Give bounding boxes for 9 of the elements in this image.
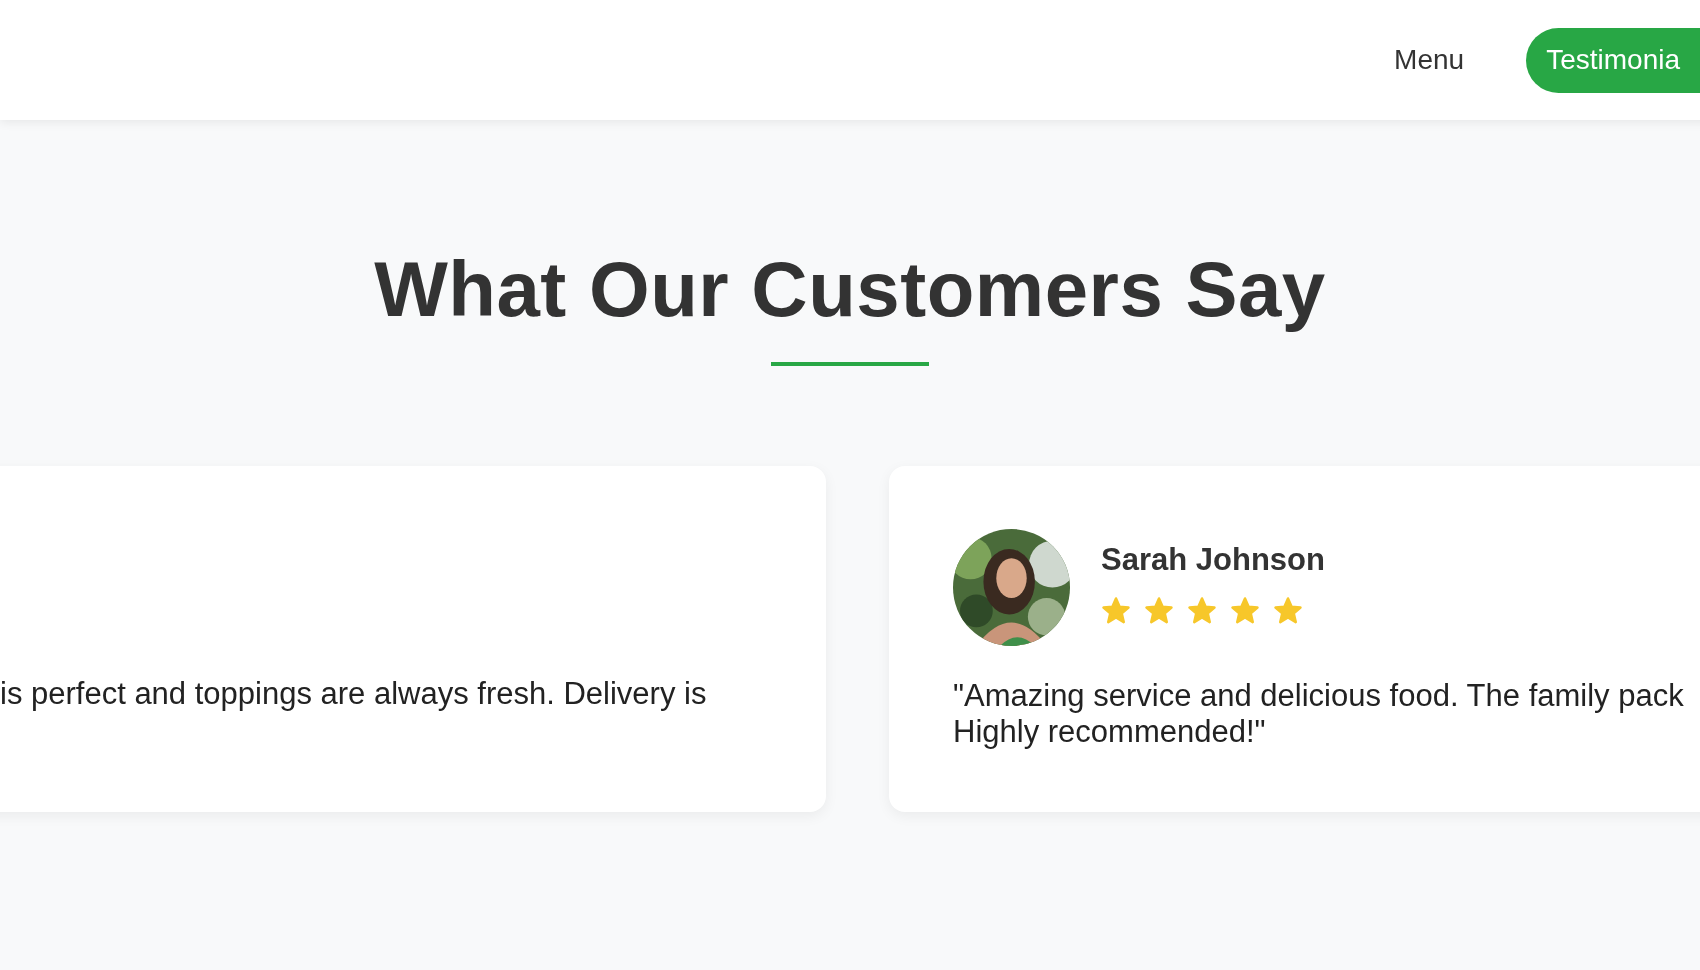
star-icon bbox=[1273, 595, 1303, 626]
testimonial-quote: "Amazing service and delicious food. The family pack Highly recommended!" bbox=[953, 678, 1685, 750]
star-icon bbox=[1230, 595, 1260, 626]
star-icon bbox=[1101, 595, 1131, 626]
star-icon bbox=[1187, 595, 1217, 626]
testimonial-quote: is perfect and toppings are always fresh. Delivery is bbox=[0, 676, 708, 712]
customer-name: Sarah Johnson bbox=[1101, 541, 1325, 580]
star-icon bbox=[1144, 595, 1174, 626]
nav-link[interactable]: Menu bbox=[1394, 39, 1465, 81]
